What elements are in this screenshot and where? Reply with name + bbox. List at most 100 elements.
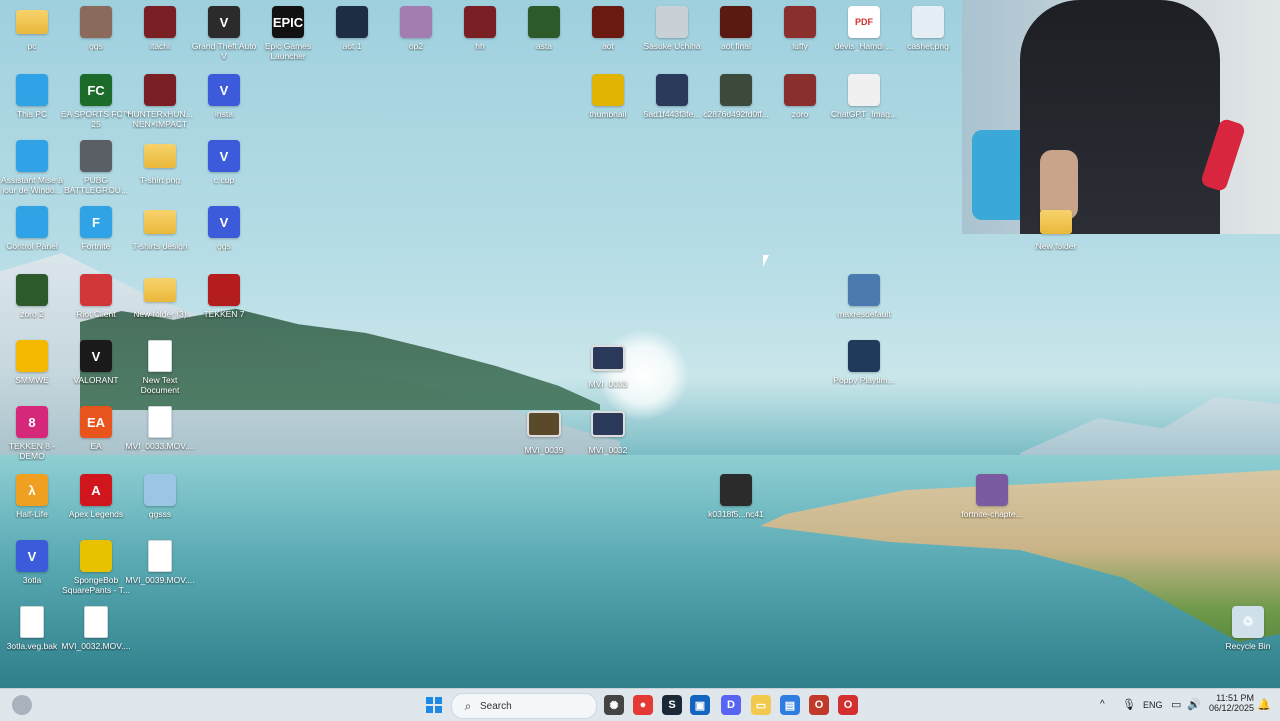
desktop-icon-label: Assistant Mise à jour de Windo... (1, 175, 63, 195)
desktop-icon-label: itachi (150, 41, 170, 51)
app-icon (80, 274, 112, 306)
store-icon[interactable]: ▤ (780, 695, 800, 715)
desktop-icon-label: EA SPORTS FC™ 25 (60, 109, 132, 129)
desktop-icon-tekken7[interactable]: TEKKEN 7 (192, 274, 256, 319)
desktop-icon-mvi0032[interactable]: MVI_0032 (576, 406, 640, 455)
desktop-icon-pubg[interactable]: PUBG BATTLEGROU... (64, 140, 128, 195)
desktop-icon-ggs-app[interactable]: Vggs (192, 206, 256, 251)
desktop-icon-aot[interactable]: aot (576, 6, 640, 51)
desktop-icon-tshirtsdesign[interactable]: T-shirts design (128, 206, 192, 251)
desktop-icon-sasuke[interactable]: Sasuke Uchiha (640, 6, 704, 51)
weather-widget-icon[interactable] (12, 695, 32, 715)
opera-icon[interactable]: O (838, 695, 858, 715)
desktop-icon-newfolder[interactable]: New folder (1024, 206, 1088, 251)
desktop-icon-mvi0033mov[interactable]: MVI_0033.MOV.... (125, 406, 195, 451)
windows-start-button[interactable] (424, 695, 444, 715)
desktop-icon-tekken8[interactable]: 8 TEKKEN 8 - DEMO (0, 406, 64, 461)
desktop-icon-spongebob[interactable]: SpongeBob SquarePants - T... (62, 540, 130, 595)
desktop-icon-tshirtpng[interactable]: T-shirt png (128, 140, 192, 185)
desktop-icon-chatgpt[interactable]: ChatGPT_Imag... (831, 74, 897, 119)
wallpaper-mountains-right (1020, 397, 1280, 460)
desktop-icon-aot1[interactable]: aot 1 (320, 6, 384, 51)
desktop-icon-mvi0032mov[interactable]: MVI_0032.MOV.... (61, 606, 131, 651)
discord-icon[interactable]: D (721, 695, 741, 715)
desktop-icon-fc25[interactable]: FC EA SPORTS FC™ 25 (61, 74, 131, 129)
desktop-icon-ggs-top[interactable]: ggs (64, 6, 128, 51)
desktop-icon-cashet[interactable]: cashet.png (896, 6, 960, 51)
desktop-icon-mvi0039mov[interactable]: MVI_0039.MOV.... (125, 540, 195, 585)
show-hidden-icons-chevron-icon[interactable]: ^ (1100, 699, 1105, 710)
desktop-icon-thumbnail[interactable]: thumbnail (576, 74, 640, 119)
desktop-icon-3otla[interactable]: V 3otla (0, 540, 64, 585)
app-icon: 8 (16, 406, 48, 438)
image-icon (528, 6, 560, 38)
desktop-icon-insta[interactable]: Vinsta (192, 74, 256, 119)
desktop-icon-hh[interactable]: hh (448, 6, 512, 51)
desktop-icon-hunter[interactable]: HUNTERxHUN... NEN×IMPACT (127, 74, 193, 129)
file-explorer-icon[interactable]: ▭ (751, 695, 771, 715)
opera-gx-icon[interactable]: O (809, 695, 829, 715)
desktop-icon-label: aot final (721, 41, 751, 51)
image-icon (656, 74, 688, 106)
desktop-icon-mvi0039[interactable]: MVI_0039 (512, 406, 576, 455)
desktop-icon-3otlabak[interactable]: 3otla.veg.bak (0, 606, 64, 651)
desktop-icon-recyclebin[interactable]: ♲ Recycle Bin (1216, 606, 1280, 651)
desktop-icon-assistant[interactable]: Assistant Mise à jour de Windo... (0, 140, 64, 195)
steam-icon[interactable]: S (662, 695, 682, 715)
clock-date: 06/12/2025 (1208, 703, 1254, 713)
desktop-icon-poppy[interactable]: Poppy Playtim... (832, 340, 896, 385)
taskbar-search-box[interactable]: ⌕ Search (451, 693, 597, 719)
desktop-icon-label: fortnite-chapte... (961, 509, 1023, 519)
desktop-icon-halflife[interactable]: λ Half-Life (0, 474, 64, 519)
desktop-icon-label: HUNTERxHUN... NEN×IMPACT (127, 109, 193, 129)
microphone-icon[interactable]: 🎙 (1122, 698, 1136, 711)
desktop-icon-pc[interactable]: pc (0, 6, 64, 51)
desktop-icon-gta[interactable]: V Grand Theft Auto V (192, 6, 256, 61)
desktop[interactable]: pc ggs itachi V Grand Theft Auto V EPIC Epic G… (0, 0, 1280, 688)
app-icon: ♲ (1232, 606, 1264, 638)
desktop-icon-label: hh (475, 41, 485, 51)
mouse-cursor-icon (763, 255, 769, 267)
desktop-icon-ccup[interactable]: Vc cup (192, 140, 256, 185)
desktop-icon-fortnite[interactable]: F Fortnite (64, 206, 128, 251)
desktop-icon-fortnitechapter[interactable]: fortnite-chapte... (960, 474, 1024, 519)
desktop-icon-newtext[interactable]: New Text Document (128, 340, 192, 395)
desktop-icon-riot[interactable]: Riot Client (64, 274, 128, 319)
volume-icon[interactable]: 🔊 (1187, 698, 1201, 711)
desktop-icon-label: New folder (3) (133, 309, 187, 319)
desktop-icon-ea[interactable]: EA EA (64, 406, 128, 451)
desktop-icon-asta[interactable]: asta (512, 6, 576, 51)
desktop-icon-thispc[interactable]: This PC (0, 74, 64, 119)
desktop-icon-controlpanel[interactable]: Control Panel (0, 206, 64, 251)
app-icon: A (80, 474, 112, 506)
desktop-icon-mvi0033[interactable]: MVI_0033 (576, 340, 640, 389)
desktop-icon-smmwe[interactable]: SMMWE (0, 340, 64, 385)
desktop-icon-aotfinal[interactable]: aot final (704, 6, 768, 51)
desktop-icon-epic[interactable]: EPIC Epic Games Launcher (256, 6, 320, 61)
desktop-icon-c2876[interactable]: c2876d492fd0ff... (703, 74, 769, 119)
network-icon[interactable]: ▭ (1171, 698, 1181, 711)
language-indicator[interactable]: ENG (1143, 700, 1163, 710)
desktop-icon-op2[interactable]: op2 (384, 6, 448, 51)
desktop-icon-maxresdefault[interactable]: maxresdefault (832, 274, 896, 319)
desktop-icon-sad[interactable]: 5ad1f443f3fe... (640, 74, 704, 119)
video-icon (591, 411, 625, 437)
desktop-icon-itachi[interactable]: itachi (128, 6, 192, 51)
notification-bell-icon[interactable]: 🔔 (1257, 698, 1271, 711)
desktop-icon-pdf[interactable]: PDF devis_Hamdi ... (832, 6, 896, 51)
desktop-icon-label: Riot Client (76, 309, 116, 319)
clock[interactable]: 11:51 PM 06/12/2025 (1206, 693, 1254, 713)
desktop-icon-k0318[interactable]: k0318f5...nc41 (704, 474, 768, 519)
chrome-icon[interactable]: ● (633, 695, 653, 715)
desktop-icon-apex[interactable]: A Apex Legends (64, 474, 128, 519)
desktop-icon-valorant[interactable]: V VALORANT (64, 340, 128, 385)
desktop-icon-label: MVI_0039 (524, 445, 564, 455)
app-icon: FC (80, 74, 112, 106)
desktop-icon-luffy[interactable]: luffy (768, 6, 832, 51)
chatgpt-icon[interactable]: ✺ (604, 695, 624, 715)
desktop-icon-zoro2[interactable]: zoro 2 (0, 274, 64, 319)
desktop-icon-newfolder3[interactable]: New folder (3) (128, 274, 192, 319)
desktop-icon-ggsss[interactable]: ggsss (128, 474, 192, 519)
desktop-icon-zoro-top[interactable]: zoro (768, 74, 832, 119)
capture-icon[interactable]: ▣ (690, 695, 710, 715)
